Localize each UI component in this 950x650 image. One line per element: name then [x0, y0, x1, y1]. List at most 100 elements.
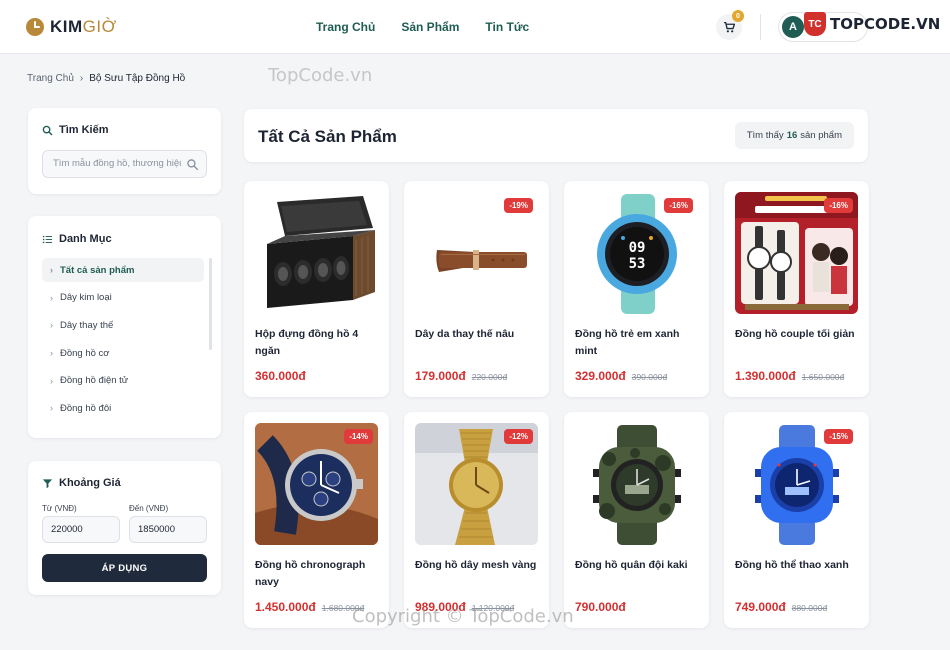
product-name[interactable]: Đồng hồ thể thao xanh: [735, 557, 860, 574]
product-old-price: 1.120.000đ: [471, 603, 515, 613]
product-name[interactable]: Đồng hồ dây mesh vàng: [415, 557, 540, 574]
price-row: 329.000đ 390.000đ: [575, 369, 667, 383]
product-name[interactable]: Đồng hồ quân đội kaki: [575, 557, 700, 574]
search-submit-icon[interactable]: [186, 158, 199, 171]
category-item-label: Dây thay thế: [60, 319, 114, 331]
nav-link-news[interactable]: Tin Tức: [485, 20, 529, 34]
product-image-watch-box[interactable]: [255, 192, 378, 314]
category-list: › Tất cả sản phẩm › Dây kim loại › Dây thay…: [42, 258, 204, 424]
nav-link-products[interactable]: Sản Phẩm: [401, 20, 459, 34]
search-title-text: Tìm Kiếm: [59, 124, 109, 136]
main-nav: Trang Chủ Sản Phẩm Tin Tức: [316, 20, 529, 34]
price-from-input[interactable]: 220000: [42, 516, 120, 543]
product-old-price: 1.680.000đ: [321, 603, 365, 613]
category-item-metal-strap[interactable]: › Dây kim loại: [42, 286, 204, 310]
logo-text-accent: GIỜ: [82, 17, 117, 36]
search-panel: Tìm Kiếm: [28, 108, 221, 194]
apply-filter-button[interactable]: ÁP DỤNG: [42, 554, 207, 582]
product-price: 989.000đ: [415, 600, 466, 614]
price-panel-title: Khoảng Giá: [42, 477, 121, 489]
breadcrumb-home[interactable]: Trang Chủ: [27, 73, 74, 84]
product-price: 749.000đ: [735, 600, 786, 614]
category-item-label: Đồng hồ điện tử: [60, 375, 129, 387]
product-name[interactable]: Đồng hồ trẻ em xanh mint: [575, 326, 700, 360]
category-title-text: Danh Mục: [59, 233, 112, 245]
product-name[interactable]: Đồng hồ chronograph navy: [255, 557, 380, 591]
product-old-price: 220.000đ: [471, 372, 508, 382]
product-card[interactable]: 09 53 -16% Đồng hồ trẻ em xanh mint 329.…: [564, 181, 709, 397]
site-logo[interactable]: KIMGIỜ: [26, 17, 117, 37]
product-card[interactable]: -15% Đồng hồ thể thao xanh 749.000đ 880.…: [724, 412, 869, 628]
chevron-right-icon: ›: [50, 403, 53, 414]
watermark-top: TopCode.vn: [268, 65, 373, 86]
discount-badge: -19%: [504, 198, 533, 213]
nav-link-home[interactable]: Trang Chủ: [316, 20, 375, 34]
price-row: 1.390.000đ 1.650.000đ: [735, 369, 844, 383]
header-divider: [760, 14, 761, 40]
avatar: A: [782, 16, 804, 38]
logo-text-main: KIM: [50, 17, 83, 36]
product-card[interactable]: -14% Đồng hồ chronograph navy 1.450.000đ…: [244, 412, 389, 628]
chevron-right-icon: ›: [50, 348, 53, 359]
price-row: 1.450.000đ 1.680.000đ: [255, 600, 364, 614]
search-panel-title: Tìm Kiếm: [42, 124, 109, 136]
svg-text:53: 53: [629, 256, 646, 272]
breadcrumb: Trang Chủ › Bộ Sưu Tập Đồng Hồ: [27, 73, 185, 84]
price-filter-panel: Khoảng Giá Từ (VNĐ) Đến (VNĐ) 220000 185…: [28, 461, 221, 595]
topcode-shield-icon: TC: [804, 12, 826, 36]
price-row: 749.000đ 880.000đ: [735, 600, 827, 614]
category-item-mechanical[interactable]: › Đồng hồ cơ: [42, 341, 204, 365]
category-panel-title: Danh Mục: [42, 233, 112, 245]
price-title-text: Khoảng Giá: [59, 477, 121, 489]
product-name[interactable]: Dây da thay thế nâu: [415, 326, 540, 343]
svg-text:09: 09: [629, 240, 646, 256]
category-item-digital[interactable]: › Đồng hồ điện tử: [42, 369, 204, 393]
topcode-watermark-logo: TC TOPCODE.VN: [804, 12, 940, 36]
list-icon: [42, 235, 53, 243]
cart-button[interactable]: 0: [716, 10, 744, 40]
clock-logo-icon: [26, 18, 44, 36]
price-row: 179.000đ 220.000đ: [415, 369, 507, 383]
category-item-all[interactable]: › Tất cả sản phẩm: [42, 258, 204, 282]
results-suffix: sản phẩm: [800, 130, 842, 141]
product-price: 790.000đ: [575, 600, 626, 614]
product-old-price: 880.000đ: [791, 603, 828, 613]
products-title-bar: Tất Cả Sản Phẩm Tìm thấy 16 sản phẩm: [244, 109, 868, 162]
cart-icon: [723, 21, 735, 32]
breadcrumb-current: Bộ Sưu Tập Đồng Hồ: [89, 73, 186, 84]
page-title: Tất Cả Sản Phẩm: [258, 127, 397, 146]
product-old-price: 1.650.000đ: [801, 372, 845, 382]
search-input[interactable]: [53, 158, 181, 169]
product-name[interactable]: Hộp đựng đồng hồ 4 ngăn: [255, 326, 380, 360]
product-card[interactable]: -19% Dây da thay thế nâu 179.000đ 220.00…: [404, 181, 549, 397]
search-field: [42, 150, 207, 178]
discount-badge: -12%: [504, 429, 533, 444]
product-price: 179.000đ: [415, 369, 466, 383]
search-icon: [42, 125, 53, 135]
category-item-replacement-strap[interactable]: › Dây thay thế: [42, 313, 204, 337]
category-item-couple[interactable]: › Đồng hồ đôi: [42, 396, 204, 420]
price-row: 989.000đ 1.120.000đ: [415, 600, 514, 614]
category-item-label: Dây kim loại: [60, 292, 112, 304]
top-header: KIMGIỜ Trang Chủ Sản Phẩm Tin Tức 0 A TC…: [0, 0, 950, 54]
product-card[interactable]: Hộp đựng đồng hồ 4 ngăn 360.000đ: [244, 181, 389, 397]
category-scrollbar[interactable]: [209, 258, 212, 350]
discount-badge: -14%: [344, 429, 373, 444]
product-card[interactable]: -16% Đồng hồ couple tối giản 1.390.000đ …: [724, 181, 869, 397]
category-item-label: Đồng hồ đôi: [60, 402, 112, 414]
filter-icon: [42, 478, 53, 488]
chevron-right-icon: ›: [50, 292, 53, 303]
product-image-camo-sport-watch[interactable]: [575, 423, 698, 545]
breadcrumb-separator: ›: [79, 73, 84, 84]
cart-count-badge: 0: [732, 10, 744, 22]
product-card[interactable]: Đồng hồ quân đội kaki 790.000đ: [564, 412, 709, 628]
results-prefix: Tìm thấy: [746, 130, 784, 141]
product-name[interactable]: Đồng hồ couple tối giản: [735, 326, 860, 343]
product-card[interactable]: -12% Đồng hồ dây mesh vàng 989.000đ 1.12…: [404, 412, 549, 628]
price-row: 790.000đ: [575, 600, 626, 614]
chevron-right-icon: ›: [50, 375, 53, 386]
results-count-badge: Tìm thấy 16 sản phẩm: [734, 122, 854, 149]
price-to-input[interactable]: 1850000: [129, 516, 207, 543]
product-old-price: 390.000đ: [631, 372, 668, 382]
product-price: 1.390.000đ: [735, 369, 796, 383]
